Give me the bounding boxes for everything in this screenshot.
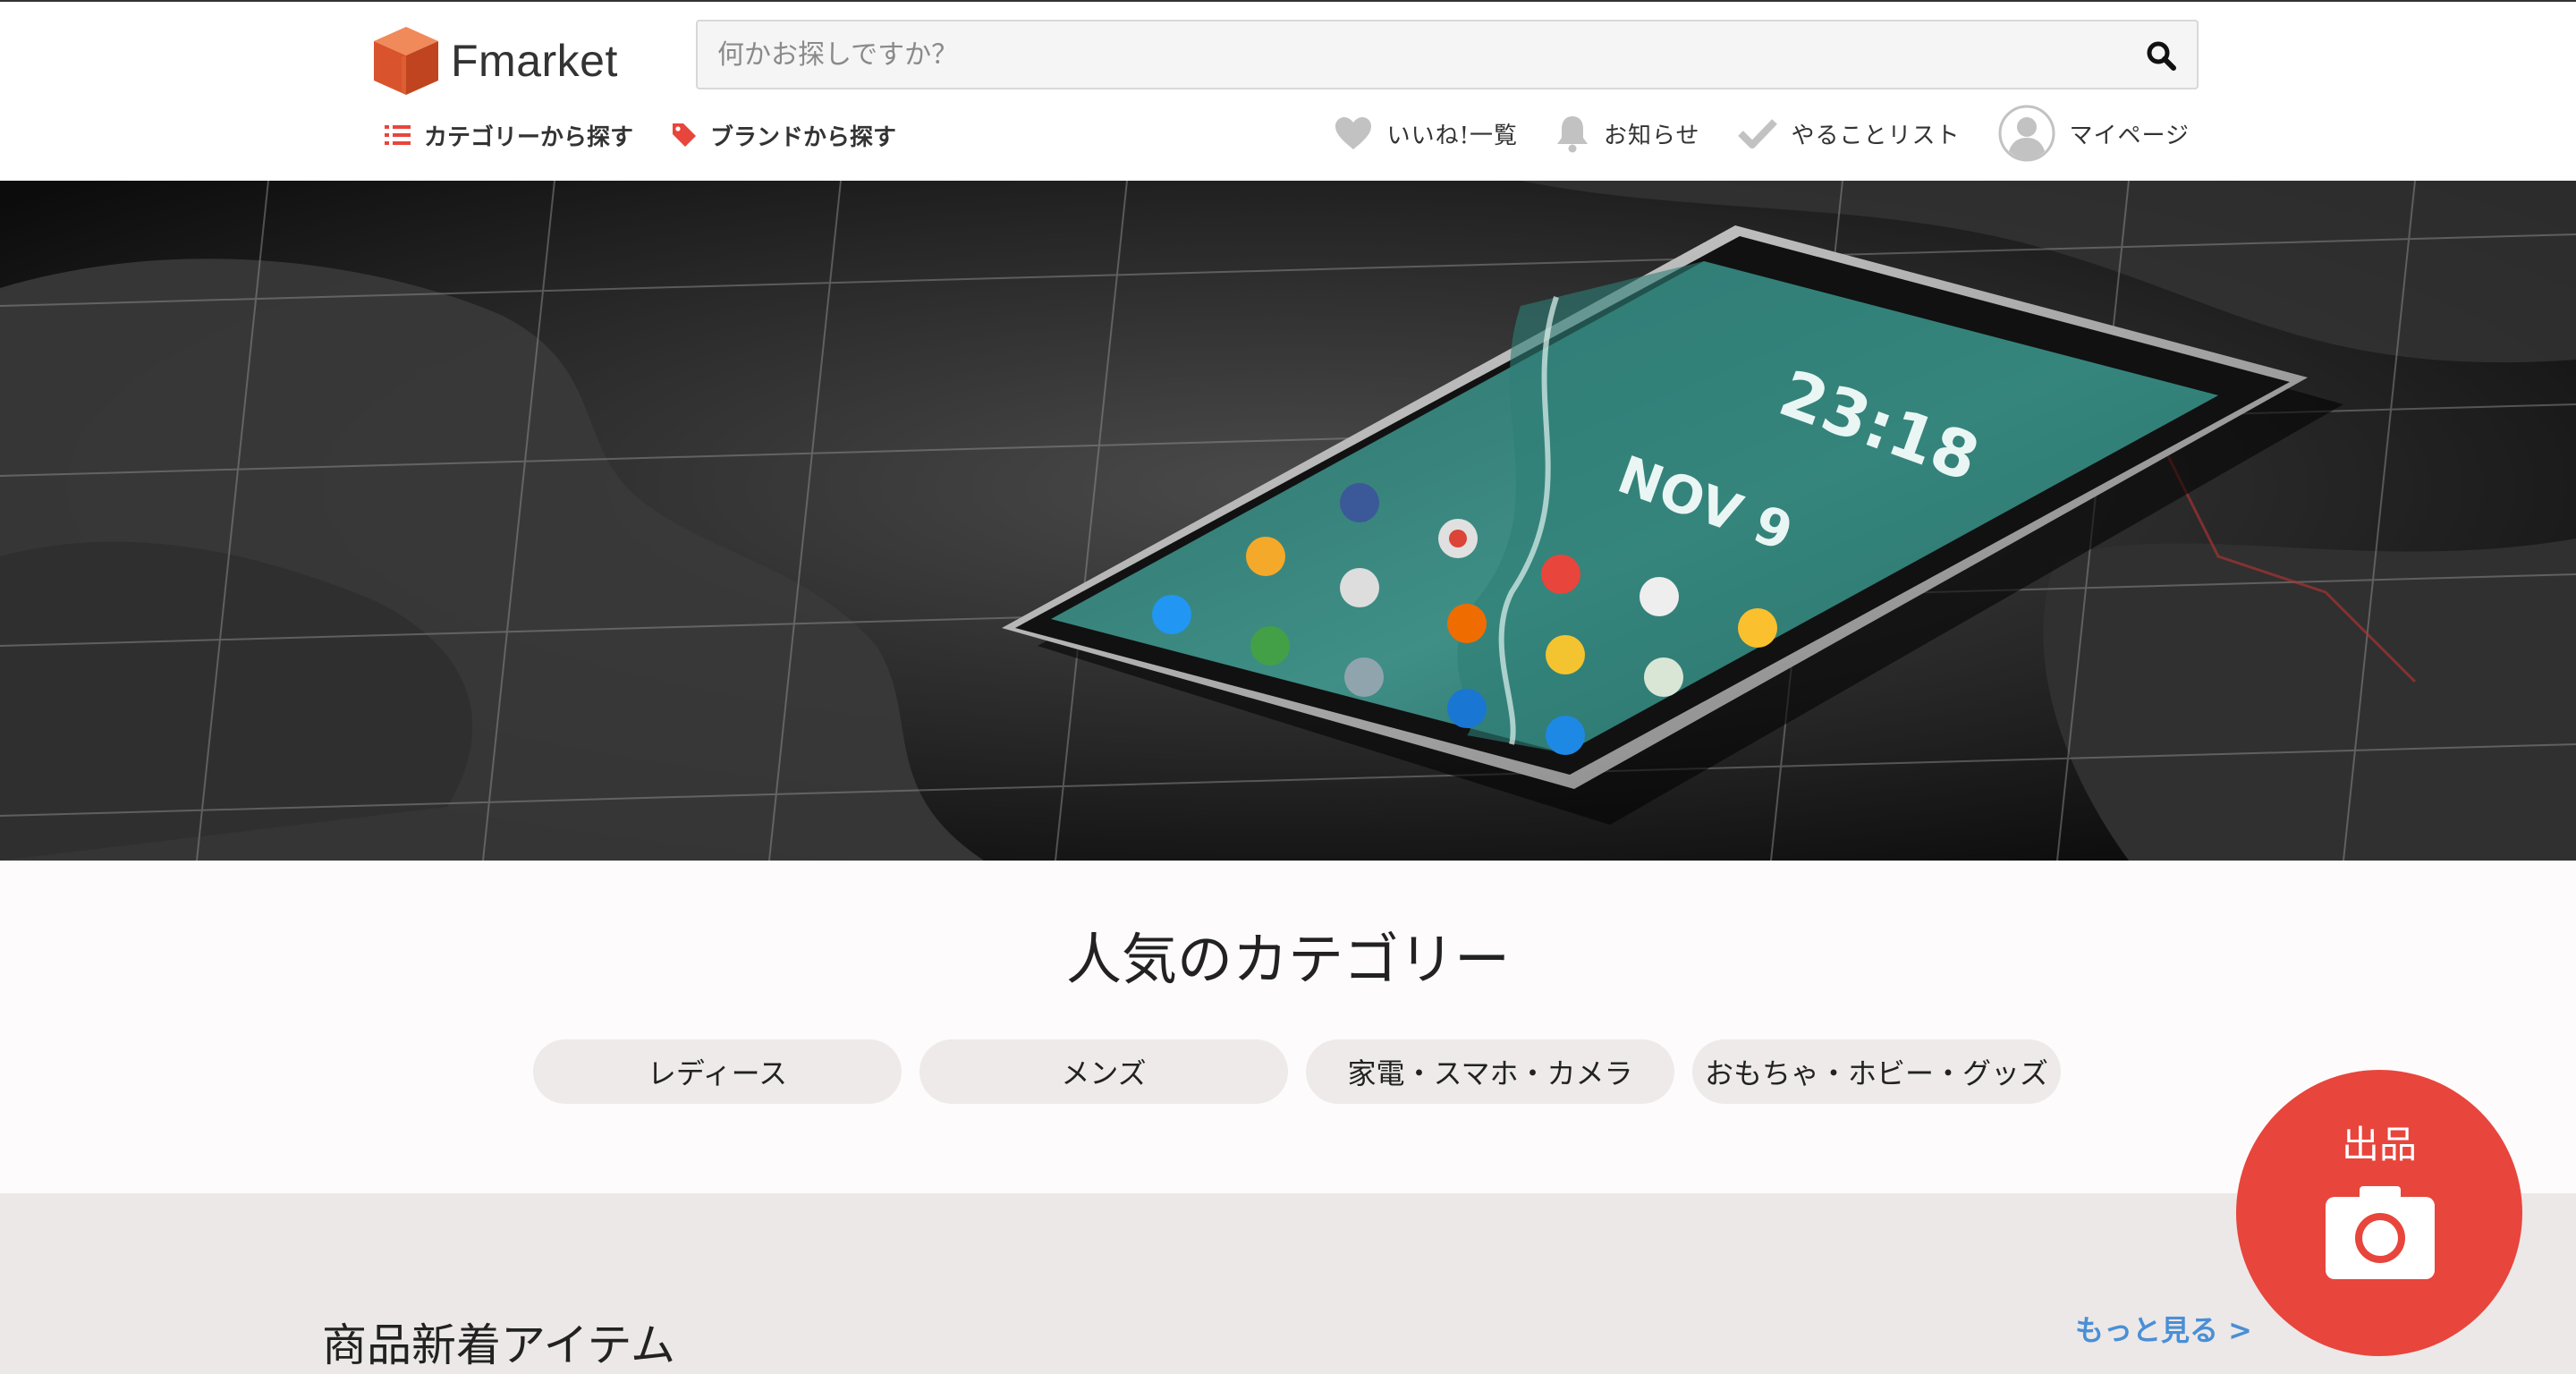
new-items-title: 商品新着アイテム xyxy=(322,1319,675,1371)
site-header: Fmarket カテゴリーから探す xyxy=(0,0,2576,181)
browse-nav: カテゴリーから探す ブランドから探す xyxy=(385,113,934,157)
new-items-section: 商品新着アイテム もっと見る > xyxy=(0,1193,2576,1374)
category-pill-electronics[interactable]: 家電・スマホ・カメラ xyxy=(1306,1039,1674,1104)
heart-icon xyxy=(1335,117,1371,149)
list-icon xyxy=(385,125,411,145)
see-more-link[interactable]: もっと見る > xyxy=(2075,1308,2252,1349)
tag-icon xyxy=(673,123,697,147)
likes-link[interactable]: いいね!一覧 xyxy=(1334,115,1518,151)
todo-label: やることリスト xyxy=(1791,122,1961,149)
search-input[interactable] xyxy=(698,21,2197,88)
browse-by-brand-link[interactable]: ブランドから探す xyxy=(671,119,896,152)
box-logo-icon xyxy=(374,27,438,95)
site-logo[interactable]: Fmarket xyxy=(372,23,618,98)
popular-categories-section: 人気のカテゴリー レディース メンズ 家電・スマホ・カメラ おもちゃ・ホビー・グ… xyxy=(0,861,2576,1193)
camera-icon xyxy=(2326,1186,2435,1279)
category-pill-list: レディース メンズ 家電・スマホ・カメラ おもちゃ・ホビー・グッズ xyxy=(533,1039,2079,1104)
check-icon xyxy=(1737,119,1777,148)
notifications-label: お知らせ xyxy=(1604,122,1700,149)
hero-banner: 23:18 NOV 9 xyxy=(0,181,2576,861)
user-nav: いいね!一覧 お知らせ やることリスト マイページ xyxy=(1296,102,2190,165)
hero-phone-map-image: 23:18 NOV 9 xyxy=(0,181,2576,861)
search-button[interactable] xyxy=(2143,38,2179,73)
popular-categories-title: 人気のカテゴリー xyxy=(1065,927,1510,992)
search-icon xyxy=(2147,41,2176,71)
category-pill-mens[interactable]: メンズ xyxy=(919,1039,1288,1104)
sell-label: 出品 xyxy=(2341,1123,2417,1166)
sell-button[interactable]: 出品 xyxy=(2236,1070,2522,1356)
category-pill-toys-hobby[interactable]: おもちゃ・ホビー・グッズ xyxy=(1692,1039,2061,1104)
mypage-label: マイページ xyxy=(2069,122,2190,149)
browse-by-category-link[interactable]: カテゴリーから探す xyxy=(385,119,633,152)
category-pill-ladies[interactable]: レディース xyxy=(533,1039,902,1104)
brand-name: Fmarket xyxy=(451,36,618,86)
browse-by-category-label: カテゴリーから探す xyxy=(424,123,634,151)
search-bar xyxy=(696,20,2199,89)
mypage-link[interactable]: マイページ xyxy=(1998,105,2190,162)
notifications-link[interactable]: お知らせ xyxy=(1555,114,1699,153)
todo-link[interactable]: やることリスト xyxy=(1737,117,1961,150)
bell-icon xyxy=(1557,116,1589,153)
browse-by-brand-label: ブランドから探す xyxy=(710,123,897,151)
likes-label: いいね!一覧 xyxy=(1386,122,1519,149)
avatar-icon xyxy=(1998,105,2055,162)
